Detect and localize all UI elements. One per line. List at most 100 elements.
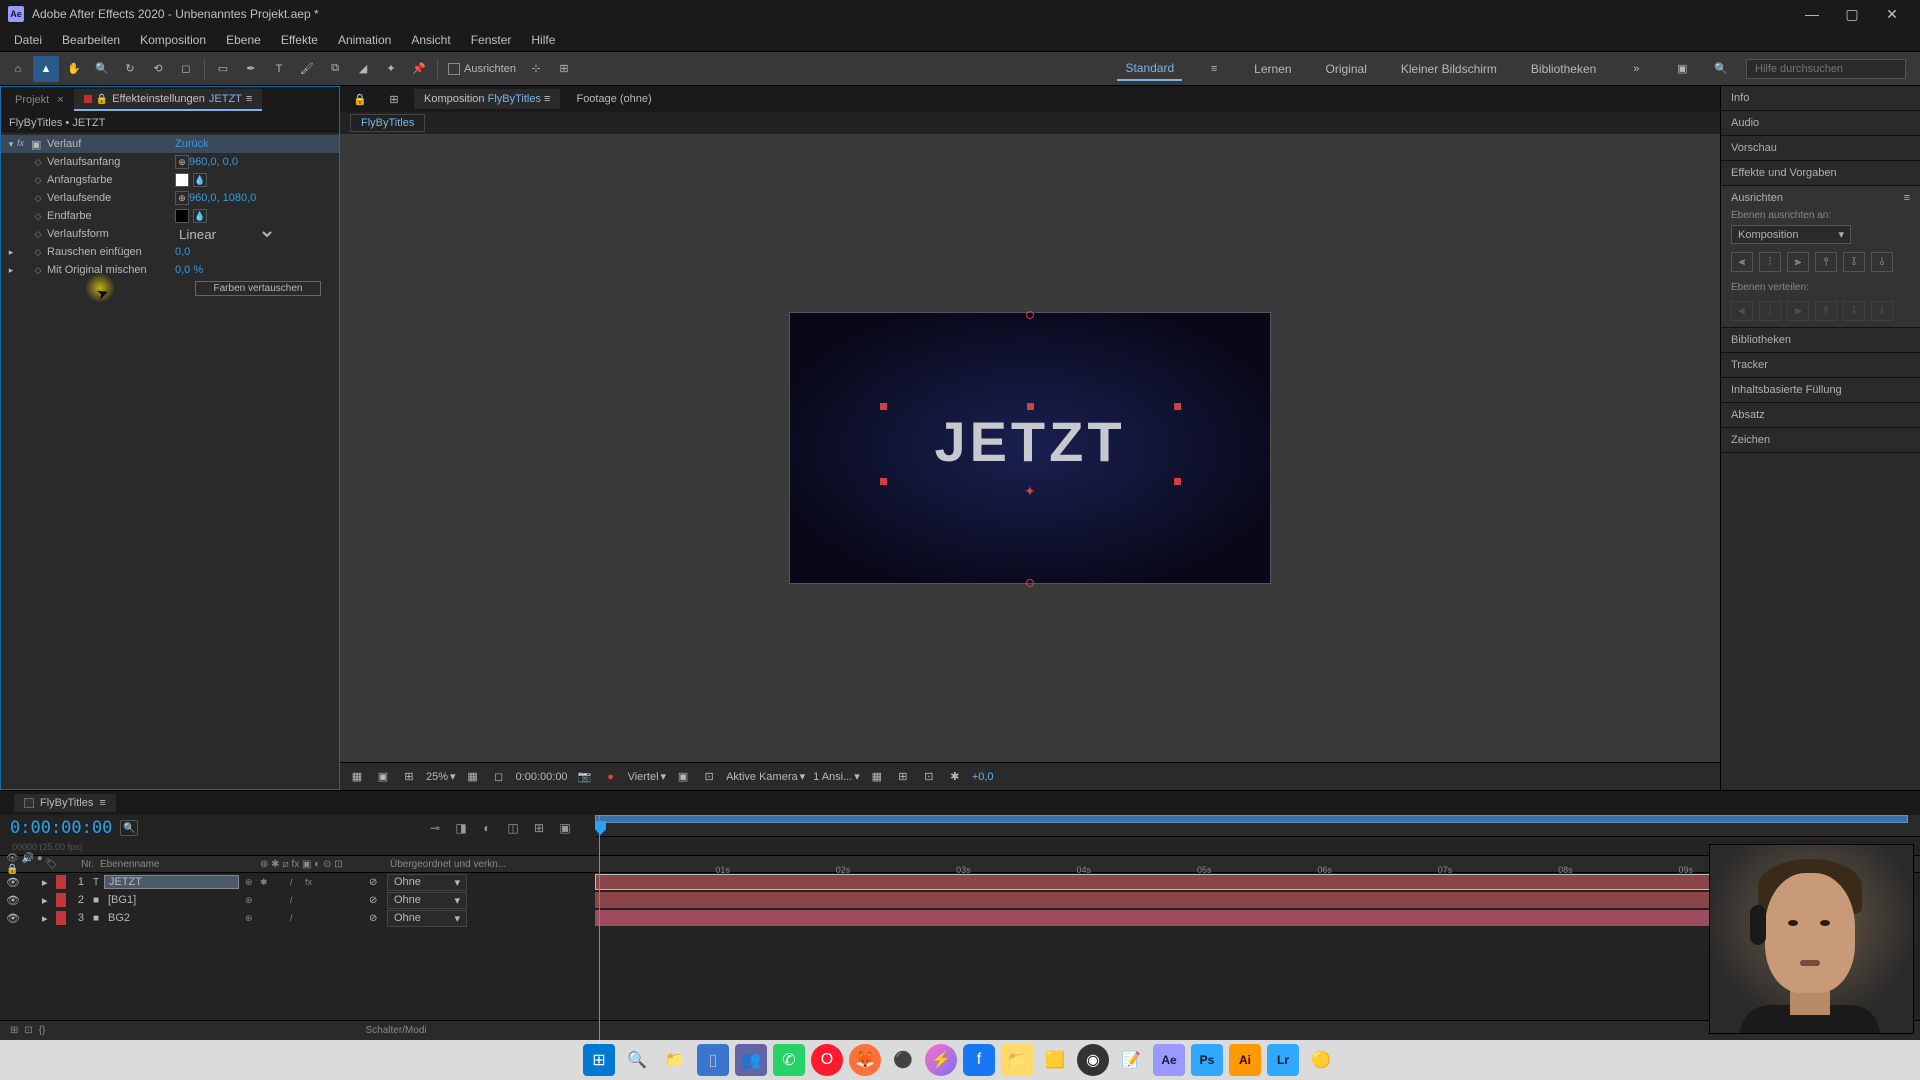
- stopwatch-icon[interactable]: [31, 228, 45, 240]
- clone-tool[interactable]: ⧉: [322, 56, 348, 82]
- layer-row[interactable]: 👁▸2■[BG1]⊛/⊘Ohne▾: [0, 891, 595, 909]
- render-button[interactable]: ▣: [555, 819, 575, 837]
- roto-tool[interactable]: ✦: [378, 56, 404, 82]
- comp-flow-icon[interactable]: ⊞: [381, 86, 407, 112]
- view-opt-icon-2[interactable]: ⊞: [894, 769, 912, 785]
- visibility-toggle[interactable]: 👁: [0, 876, 14, 889]
- shape-tool[interactable]: ▭: [210, 56, 236, 82]
- eyedropper-icon[interactable]: 💧: [193, 209, 207, 223]
- workspace-lernen[interactable]: Lernen: [1246, 58, 1299, 80]
- panel-vorschau[interactable]: Vorschau: [1721, 136, 1920, 161]
- prop-anfangsfarbe[interactable]: Anfangsfarbe 💧: [1, 171, 339, 189]
- exposure-value[interactable]: +0,0: [972, 771, 994, 783]
- view-opt-icon[interactable]: ▦: [868, 769, 886, 785]
- anchor-point-icon[interactable]: ✦: [1024, 483, 1036, 500]
- zoom-tool[interactable]: 🔍: [89, 56, 115, 82]
- tab-footage[interactable]: Footage (ohne): [566, 89, 661, 109]
- taskbar-lightroom[interactable]: Lr: [1267, 1044, 1299, 1076]
- time-ruler[interactable]: [595, 815, 1920, 837]
- taskbar-messenger[interactable]: ⚡: [925, 1044, 957, 1076]
- fx-icon[interactable]: fx: [17, 138, 31, 150]
- menu-datei[interactable]: Datei: [4, 30, 52, 50]
- parent-dropdown[interactable]: Ohne▾: [387, 892, 467, 909]
- footer-time[interactable]: 0:00:00:00: [516, 771, 568, 783]
- maximize-button[interactable]: ▢: [1832, 0, 1872, 28]
- color-swatch-end[interactable]: [175, 209, 189, 223]
- layer-name[interactable]: [BG1]: [104, 894, 239, 906]
- taskbar-app[interactable]: 🟨: [1039, 1044, 1071, 1076]
- layer-row[interactable]: 👁▸3■BG2⊛/⊘Ohne▾: [0, 909, 595, 927]
- pickwhip-icon[interactable]: ⊘: [369, 895, 383, 906]
- panel-menu-icon[interactable]: ≡: [1904, 192, 1910, 204]
- ramp-start-handle[interactable]: [1026, 311, 1034, 319]
- tab-effekteinstellungen[interactable]: 🔒 Effekteinstellungen JETZT ≡: [74, 89, 263, 111]
- text-tool[interactable]: T: [266, 56, 292, 82]
- res-icon[interactable]: ▦: [464, 769, 482, 785]
- parent-dropdown[interactable]: Ohne▾: [387, 910, 467, 927]
- stopwatch-icon[interactable]: [31, 210, 45, 222]
- workspace-overflow-icon[interactable]: »: [1623, 56, 1649, 82]
- brush-tool[interactable]: 🖌: [294, 56, 320, 82]
- snapping-toggle[interactable]: Ausrichten: [448, 63, 516, 75]
- eraser-tool[interactable]: ◢: [350, 56, 376, 82]
- current-time[interactable]: 0:00:00:00: [10, 818, 112, 838]
- view-opt-icon-3[interactable]: ⊡: [920, 769, 938, 785]
- label-color[interactable]: [56, 911, 66, 925]
- prop-verlaufsende[interactable]: Verlaufsende ⊕ 960,0, 1080,0: [1, 189, 339, 207]
- grid-icon[interactable]: ⊞: [400, 769, 418, 785]
- color-swatch-start[interactable]: [175, 173, 189, 187]
- adjust-icon[interactable]: ✱: [946, 769, 964, 785]
- panel-audio[interactable]: Audio: [1721, 111, 1920, 136]
- menu-hilfe[interactable]: Hilfe: [521, 30, 565, 50]
- eyedropper-icon[interactable]: 💧: [193, 173, 207, 187]
- menu-fenster[interactable]: Fenster: [461, 30, 522, 50]
- parent-dropdown[interactable]: Ohne▾: [387, 874, 467, 891]
- close-button[interactable]: ✕: [1872, 0, 1912, 28]
- panel-tracker[interactable]: Tracker: [1721, 353, 1920, 378]
- stopwatch-icon[interactable]: [31, 246, 45, 258]
- camera-dropdown[interactable]: Aktive Kamera ▾: [726, 770, 805, 783]
- timeline-search-icon[interactable]: 🔍: [120, 820, 138, 836]
- mask-icon[interactable]: ▣: [374, 769, 392, 785]
- value-mischen[interactable]: 0,0 %: [175, 264, 203, 276]
- puppet-tool[interactable]: 📌: [406, 56, 432, 82]
- prop-mischen[interactable]: ▸ Mit Original mischen 0,0 %: [1, 261, 339, 279]
- help-search-input[interactable]: [1746, 59, 1906, 79]
- taskbar-explorer[interactable]: 📁: [659, 1044, 691, 1076]
- taskbar-teams[interactable]: 👥: [735, 1044, 767, 1076]
- composition-viewer[interactable]: JETZT ✦: [340, 134, 1720, 762]
- layer-name[interactable]: JETZT: [104, 875, 239, 889]
- visibility-toggle[interactable]: 👁: [0, 894, 14, 907]
- tab-projekt[interactable]: Projekt×: [5, 90, 74, 110]
- align-hcenter-button[interactable]: ⫶: [1759, 252, 1781, 272]
- 3d-icon[interactable]: ⊡: [700, 769, 718, 785]
- workspace-original[interactable]: Original: [1318, 58, 1375, 80]
- motion-blur-button[interactable]: ◐: [477, 819, 497, 837]
- shy-button[interactable]: ⊸: [425, 819, 445, 837]
- menu-ebene[interactable]: Ebene: [216, 30, 271, 50]
- reset-link[interactable]: Zurück: [175, 138, 209, 150]
- taskbar-folder[interactable]: 📁: [1001, 1044, 1033, 1076]
- layer-row[interactable]: 👁▸1TJETZT⊛✱/fx⊘Ohne▾: [0, 873, 595, 891]
- start-button[interactable]: ⊞: [583, 1044, 615, 1076]
- panel-paragraph[interactable]: Absatz: [1721, 403, 1920, 428]
- menu-komposition[interactable]: Komposition: [130, 30, 216, 50]
- camera-tool[interactable]: ◻: [173, 56, 199, 82]
- switches-modes-toggle[interactable]: Schalter/Modi: [365, 1025, 426, 1036]
- workspace-panel-icon[interactable]: ▣: [1669, 56, 1695, 82]
- stopwatch-icon[interactable]: [31, 264, 45, 276]
- panel-effects-presets[interactable]: Effekte und Vorgaben: [1721, 161, 1920, 186]
- toggle-icon-3[interactable]: {}: [39, 1025, 46, 1036]
- taskbar-opera[interactable]: O: [811, 1044, 843, 1076]
- taskbar-illustrator[interactable]: Ai: [1229, 1044, 1261, 1076]
- value-verlaufsende[interactable]: 960,0, 1080,0: [189, 192, 256, 204]
- prop-endfarbe[interactable]: Endfarbe 💧: [1, 207, 339, 225]
- minimize-button[interactable]: —: [1792, 0, 1832, 28]
- label-color[interactable]: [56, 893, 66, 907]
- point-picker-icon[interactable]: ⊕: [175, 155, 189, 169]
- taskbar-facebook[interactable]: f: [963, 1044, 995, 1076]
- menu-effekte[interactable]: Effekte: [271, 30, 328, 50]
- align-bottom-button[interactable]: ⫰: [1871, 252, 1893, 272]
- pen-tool[interactable]: ✒: [238, 56, 264, 82]
- tab-menu-icon[interactable]: ≡: [246, 93, 252, 105]
